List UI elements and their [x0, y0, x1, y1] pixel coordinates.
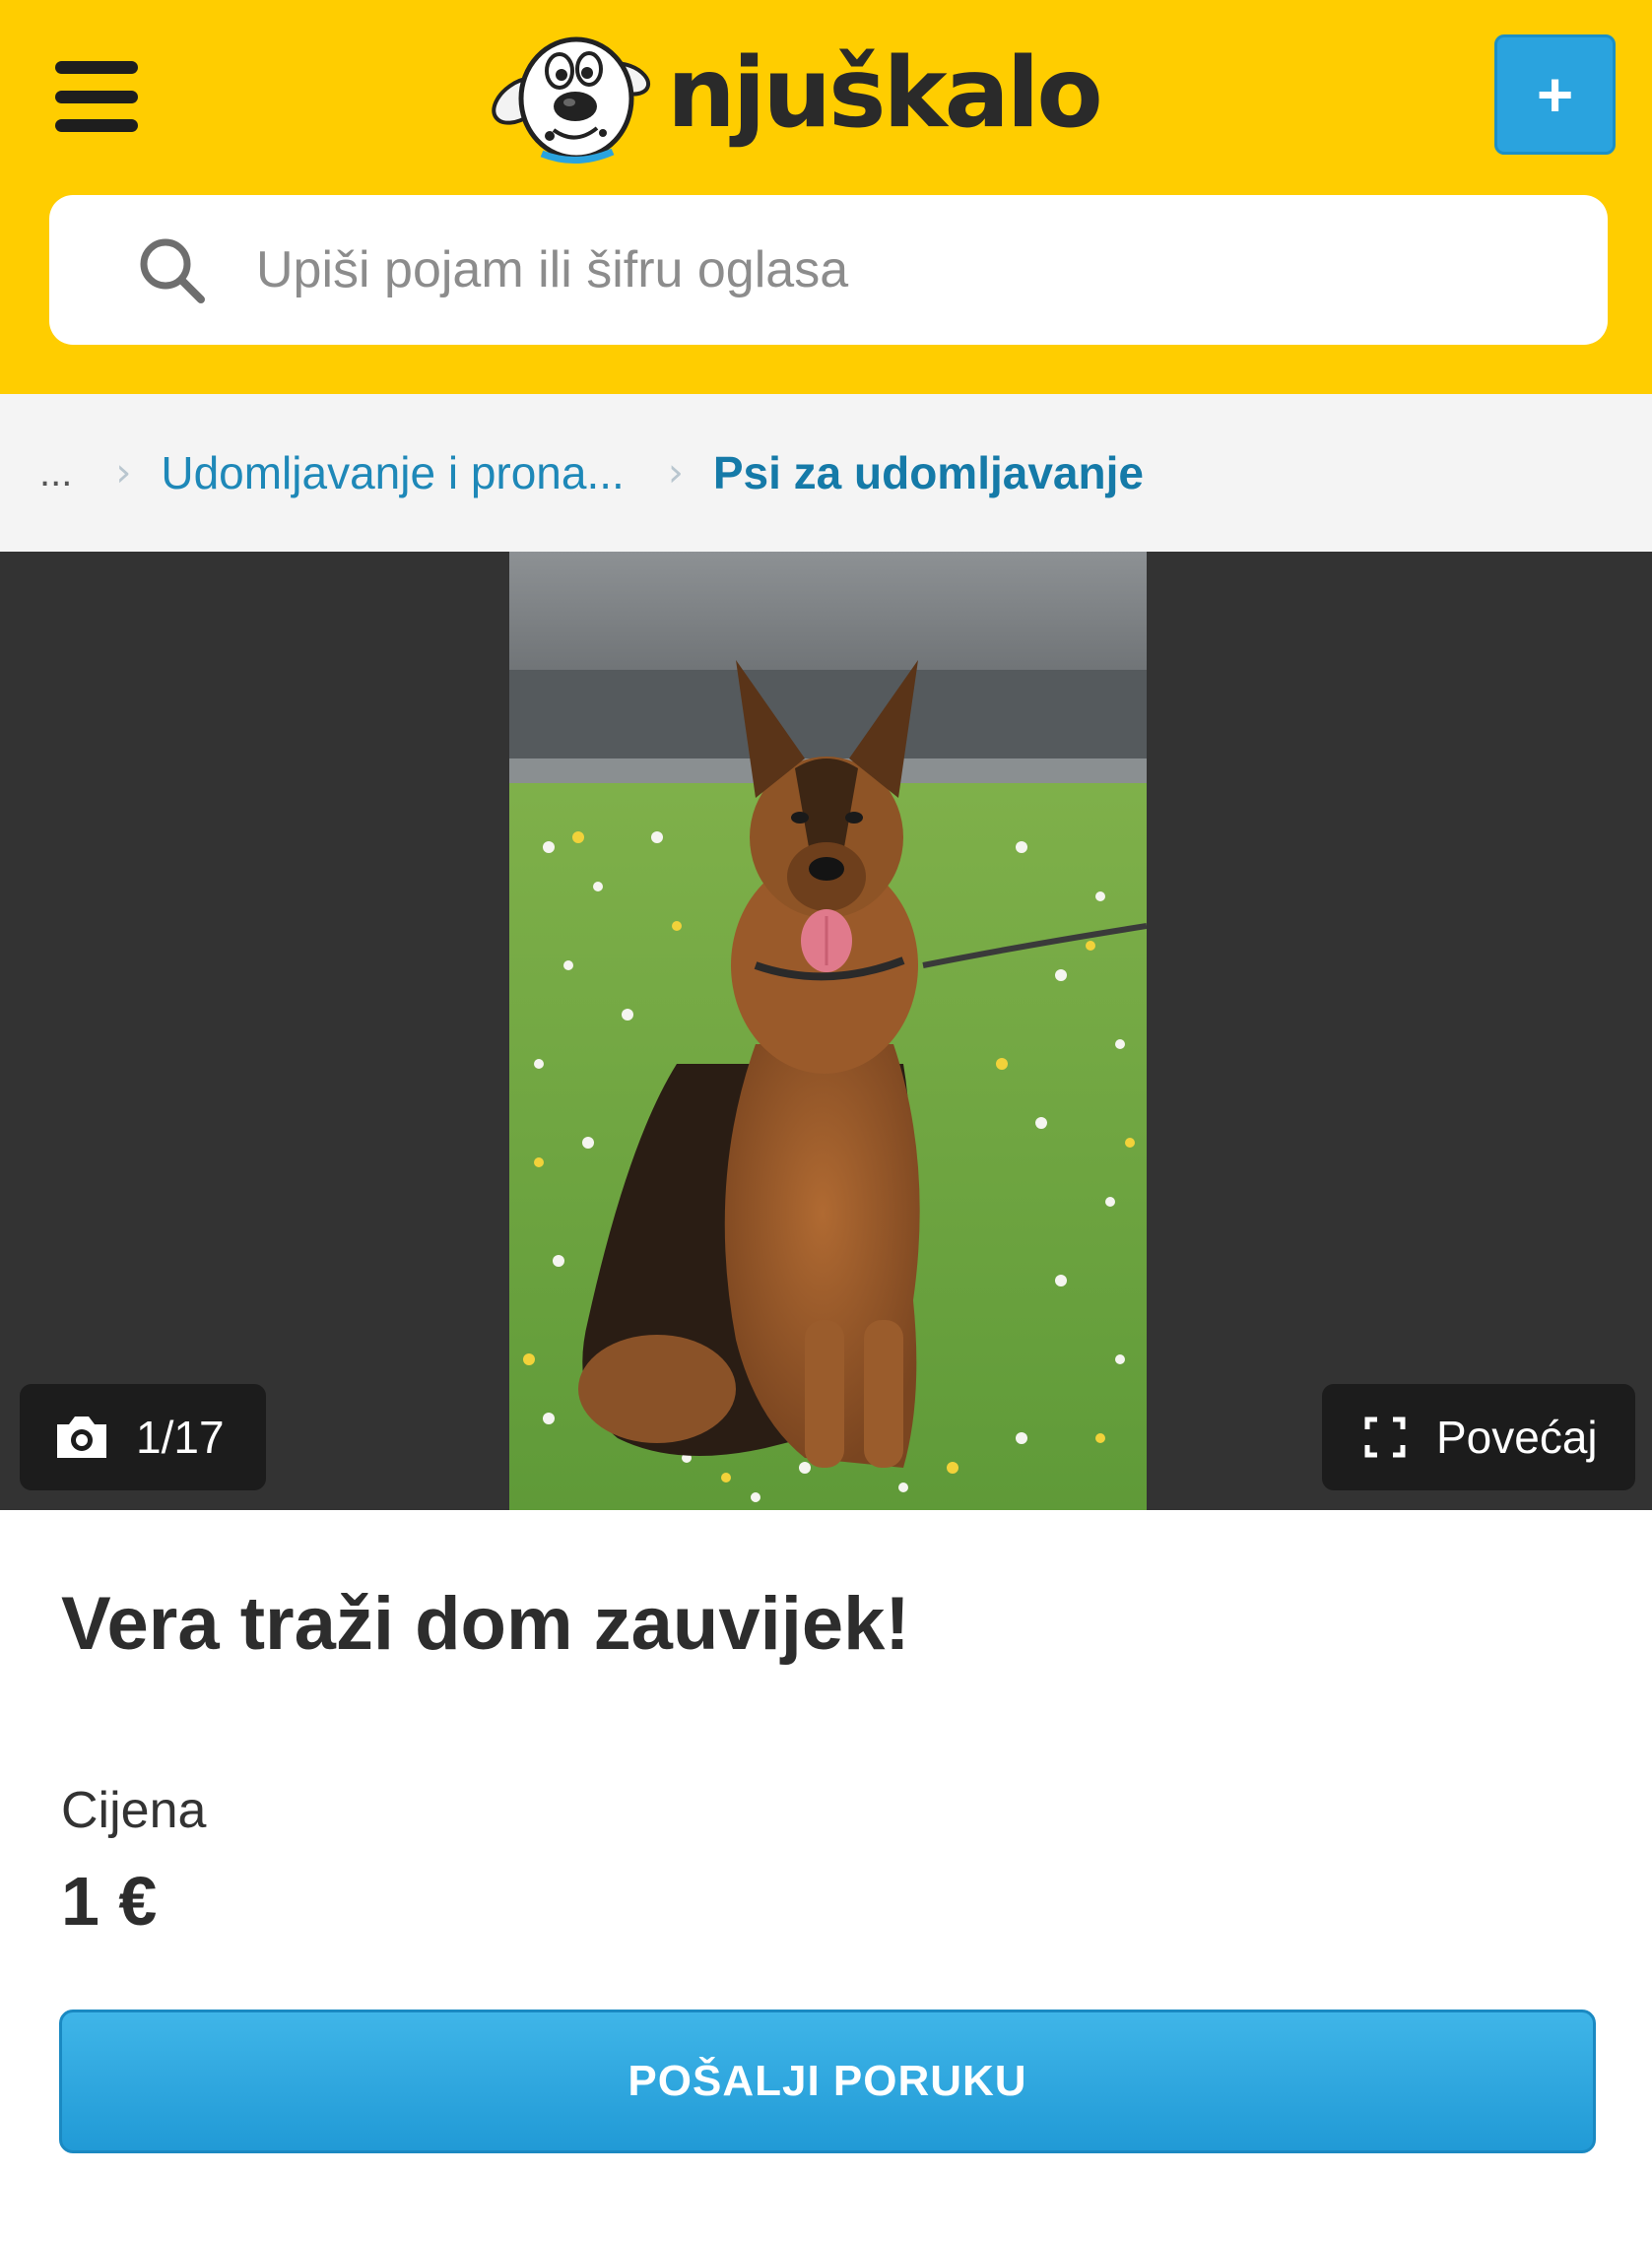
photo-gallery: 1/17 Povećaj: [0, 552, 1652, 1510]
camera-icon: [57, 1417, 106, 1458]
price-label: Cijena: [61, 1782, 207, 1839]
search-bar[interactable]: [49, 195, 1608, 345]
breadcrumb-item-dogs-for-adoption[interactable]: Psi za udomljavanje: [713, 446, 1144, 499]
dog-photo-image: [509, 552, 1147, 1510]
photo-counter: 1/17: [20, 1384, 266, 1490]
breadcrumb: ... › Udomljavanje i prona... › Psi za u…: [0, 394, 1652, 552]
photo-counter-text: 1/17: [136, 1412, 225, 1463]
site-logo[interactable]: njuškalo: [483, 20, 1153, 167]
hamburger-menu-icon[interactable]: [55, 57, 138, 136]
logo-wordmark: njuškalo: [667, 37, 1103, 150]
breadcrumb-ellipsis[interactable]: ...: [39, 451, 72, 495]
price-value: 1 €: [61, 1863, 158, 1940]
enlarge-label: Povećaj: [1436, 1412, 1598, 1463]
listing-title: Vera traži dom zauvijek!: [61, 1582, 910, 1666]
chevron-right-icon: ›: [115, 450, 132, 495]
dog-mascot-icon: [492, 36, 651, 165]
listing-page: njuškalo + ... › Udomljavanje i prona...…: [0, 0, 1652, 2241]
search-input[interactable]: [256, 240, 1537, 299]
site-header: njuškalo +: [0, 0, 1652, 394]
fullscreen-icon: [1364, 1417, 1406, 1458]
chevron-right-icon: ›: [667, 450, 684, 495]
listing-photo[interactable]: [509, 552, 1147, 1510]
search-icon: [140, 238, 205, 303]
breadcrumb-item-adoption[interactable]: Udomljavanje i prona...: [161, 446, 624, 499]
add-listing-button[interactable]: +: [1494, 34, 1616, 155]
send-message-button[interactable]: POŠALJI PORUKU: [59, 2010, 1596, 2153]
enlarge-button[interactable]: Povećaj: [1322, 1384, 1635, 1490]
